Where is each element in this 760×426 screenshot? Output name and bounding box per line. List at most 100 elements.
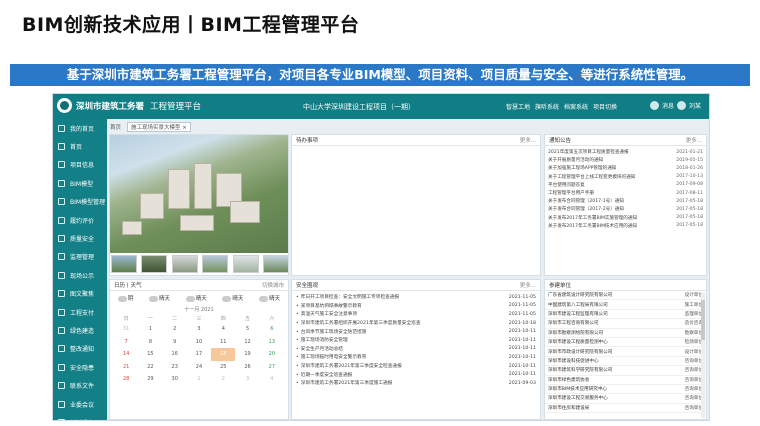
unit-item[interactable]: 中国建筑第八工程局有限公司 施工单位 <box>545 300 706 310</box>
units-scrollbar[interactable] <box>701 292 705 418</box>
thumbnail[interactable] <box>202 255 229 273</box>
calendar-day[interactable]: 3 <box>187 323 211 336</box>
tab-site-model[interactable]: 施工现场实景大模型 × <box>127 122 191 132</box>
safety-item[interactable]: 深圳市建筑工务署2021年第三季度施工通报 2021-09-03 <box>292 379 540 388</box>
safety-more-link[interactable]: 更多... <box>520 281 536 289</box>
calendar-month[interactable]: 十一月 2021 <box>184 306 213 313</box>
calendar-day[interactable]: 9 <box>163 336 187 349</box>
notice-item[interactable]: 2021年度第五次项目工程质量检查通报 2021-01-21 <box>545 148 706 156</box>
thumbnail[interactable] <box>262 255 288 273</box>
top-nav-item[interactable]: 档案系统 <box>564 102 588 111</box>
sidebar-item[interactable]: 图文聚焦 <box>53 285 107 303</box>
notice-item[interactable]: 关于发布2017年工务署BIM技术应用的通知 2017-05-18 <box>545 222 706 230</box>
sidebar-item[interactable]: 业委会议 <box>53 395 107 413</box>
user-area[interactable]: 消息 刘某 <box>647 101 701 110</box>
unit-item[interactable]: 深圳市住房和建设局 咨询单位 <box>545 404 706 414</box>
calendar-day[interactable]: 28 <box>114 373 138 386</box>
calendar-day[interactable]: 7 <box>114 336 138 349</box>
todo-more-link[interactable]: 更多... <box>520 136 536 144</box>
calendar-day[interactable]: 4 <box>260 373 284 386</box>
safety-item[interactable]: 安全生产月活动总结 2021-10-11 <box>292 345 540 354</box>
sidebar-item[interactable]: 项目信息 <box>53 156 107 174</box>
safety-item[interactable]: 深圳市建筑工务署2021年第三季度安全检查通报 2021-10-11 <box>292 362 540 371</box>
calendar-day[interactable]: 11 <box>211 336 235 349</box>
calendar-day[interactable]: 23 <box>163 361 187 374</box>
calendar-day[interactable]: 22 <box>138 361 162 374</box>
calendar-day[interactable]: 17 <box>187 348 211 361</box>
calendar-day[interactable]: 26 <box>235 361 259 374</box>
sidebar-item[interactable]: 工程支付 <box>53 303 107 321</box>
sidebar-item[interactable]: 联系文件 <box>53 376 107 394</box>
sidebar-item[interactable]: 材料设备 <box>53 413 107 420</box>
calendar-day[interactable]: 13 <box>260 336 284 349</box>
unit-item[interactable]: 广东省建筑设计研究院有限公司 设计单位 <box>545 291 706 301</box>
logo[interactable]: 深圳市建筑工务署 工程管理平台 <box>57 98 201 113</box>
safety-item[interactable]: 台风季节施工现场安全防范措施 2021-10-11 <box>292 327 540 336</box>
sidebar-item[interactable]: 整改通知 <box>53 340 107 358</box>
thumbnail[interactable] <box>111 255 137 273</box>
notice-item[interactable]: 关于发布2017年工务署BIM实施管理的通知 2017-05-18 <box>545 214 706 222</box>
unit-item[interactable]: 深圳市建设科技促进中心 咨询单位 <box>545 357 706 367</box>
calendar-day[interactable]: 2 <box>211 373 235 386</box>
unit-item[interactable]: 深圳市工程咨询有限公司 造价咨询 <box>545 319 706 329</box>
calendar-day[interactable]: 14 <box>114 348 138 361</box>
safety-item[interactable]: 某项目基坑坍塌事故警示教育 2021-11-05 <box>292 302 540 311</box>
notice-item[interactable]: 平台使用问题答复 2017-09-08 <box>545 181 706 189</box>
sidebar-item[interactable]: BIM模型管理 <box>53 193 107 211</box>
unit-item[interactable]: 深圳市建设工程质量检测中心 检测单位 <box>545 338 706 348</box>
safety-item[interactable]: 施工现场临时用电安全警示教育 2021-10-11 <box>292 353 540 362</box>
sidebar-item[interactable]: 首页 <box>53 137 107 155</box>
sidebar-item[interactable]: 现场公示 <box>53 266 107 284</box>
notice-item[interactable]: 关于发布合同管理（2017-2号）通知 2017-05-18 <box>545 205 706 213</box>
calendar-day[interactable]: 4 <box>211 323 235 336</box>
safety-item[interactable]: 高温天气施工安全注意事项 2021-11-05 <box>292 310 540 319</box>
calendar-day[interactable]: 16 <box>163 348 187 361</box>
calendar-day[interactable]: 24 <box>187 361 211 374</box>
calendar-day[interactable]: 15 <box>138 348 162 361</box>
calendar-day[interactable]: 1 <box>138 323 162 336</box>
sidebar-item[interactable]: 安全隐患 <box>53 358 107 376</box>
notice-item[interactable]: 工程管理平台用户手册 2017-08-11 <box>545 189 706 197</box>
thumbnail[interactable] <box>141 255 168 273</box>
thumbnail[interactable] <box>232 255 259 273</box>
safety-item[interactable]: 深圳市建筑工务署组织开展2021年第三季度质量安全巡查 2021-10-18 <box>292 319 540 328</box>
calendar-day[interactable]: 25 <box>211 361 235 374</box>
notice-more-link[interactable]: 更多... <box>686 136 702 144</box>
calendar-day[interactable]: 18 <box>211 348 236 361</box>
calendar-day[interactable]: 10 <box>187 336 211 349</box>
calendar-day[interactable]: 1 <box>187 373 211 386</box>
unit-item[interactable]: 深圳市建设工程监理有限公司 监理单位 <box>545 310 706 320</box>
safety-item[interactable]: 近期一季度安全巡查通报 2021-10-11 <box>292 370 540 379</box>
calendar-day[interactable]: 3 <box>235 373 259 386</box>
site-aerial-photo[interactable] <box>110 135 288 253</box>
message-label[interactable]: 消息 <box>662 101 674 110</box>
sidebar-item[interactable]: 履约评价 <box>53 211 107 229</box>
sidebar-item[interactable]: 绿色建造 <box>53 321 107 339</box>
user-name[interactable]: 刘某 <box>689 101 701 110</box>
project-name[interactable]: 中山大学深圳建设工程项目（一期） <box>303 102 415 112</box>
unit-item[interactable]: 深圳市建设工程交易服务中心 咨询单位 <box>545 394 706 404</box>
calendar-day[interactable]: 5 <box>235 323 259 336</box>
calendar-day[interactable]: 12 <box>235 336 259 349</box>
avatar[interactable] <box>676 101 686 110</box>
notice-item[interactable]: 关于工程管理平台上线工程变更模块的通知 2017-10-13 <box>545 173 706 181</box>
sidebar-item[interactable]: 质量安全 <box>53 229 107 247</box>
top-nav-item[interactable]: 智慧工地 <box>506 102 530 111</box>
unit-item[interactable]: 深圳市绿色建筑协会 咨询单位 <box>545 376 706 385</box>
calendar-day[interactable]: 29 <box>138 373 162 386</box>
top-nav-item[interactable]: 项目切换 <box>593 102 617 111</box>
unit-item[interactable]: 深圳市勘察测绘院有限公司 勘察单位 <box>545 329 706 338</box>
sidebar-item[interactable]: BIM模型 <box>53 174 107 192</box>
safety-item[interactable]: 昨日开工项目检查：安全文明施工专项检查通报 2021-11-05 <box>292 293 540 302</box>
thumbnail[interactable] <box>171 255 198 273</box>
calendar-day[interactable]: 27 <box>260 361 284 374</box>
sidebar-item[interactable]: 我的首页 <box>53 119 107 137</box>
unit-item[interactable]: 深圳市建筑科学研究院有限公司 咨询单位 <box>545 366 706 376</box>
breadcrumb-home[interactable]: 首页 <box>110 123 121 131</box>
calendar-day[interactable]: 6 <box>260 323 284 336</box>
safety-item[interactable]: 施工现场消防安全管理 2021-10-11 <box>292 336 540 345</box>
calendar-day[interactable]: 8 <box>138 336 162 349</box>
calendar-day[interactable]: 2 <box>163 323 187 336</box>
calendar-day[interactable]: 21 <box>114 361 138 374</box>
calendar-day[interactable]: 30 <box>163 373 187 386</box>
